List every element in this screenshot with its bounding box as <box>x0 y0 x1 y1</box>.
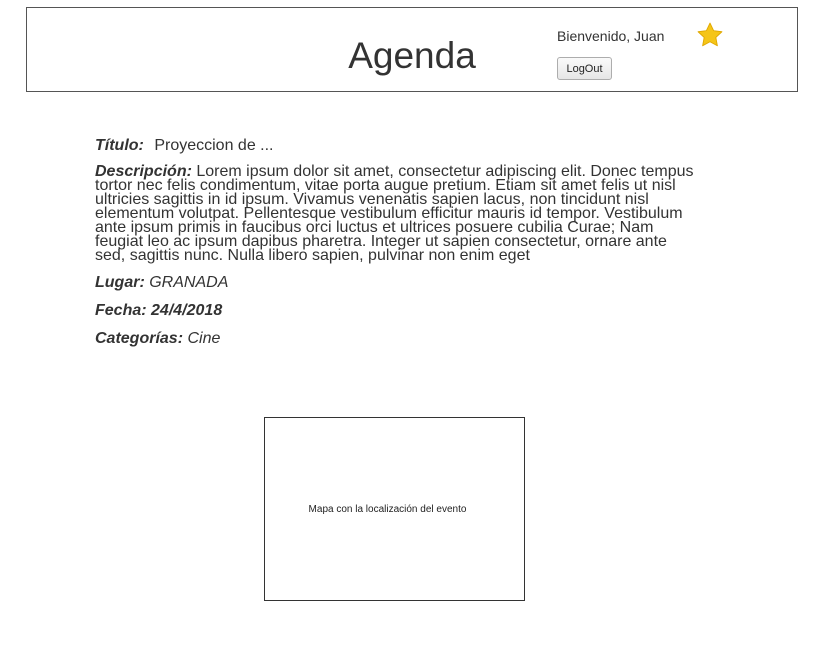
page-title: Agenda <box>348 35 476 76</box>
event-place-value: GRANADA <box>149 274 229 291</box>
event-date-label: Fecha: <box>95 302 147 319</box>
welcome-message: Bienvenido, Juan <box>557 28 665 44</box>
map-placeholder-text: Mapa con la localización del evento <box>308 504 467 515</box>
event-categories-row: Categorías: Cine <box>95 330 695 347</box>
event-details: Título: Proyeccion de ... Descripción: L… <box>95 137 695 358</box>
event-date-row: Fecha: 24/4/2018 <box>95 302 695 319</box>
event-categories-label: Categorías: <box>95 330 184 347</box>
event-description-row: Descripción: Lorem ipsum dolor sit amet,… <box>95 163 695 264</box>
event-place-row: Lugar: GRANADA <box>95 274 695 291</box>
page-header: Agenda Bienvenido, Juan LogOut <box>26 7 798 92</box>
event-title-label: Título: <box>95 137 144 154</box>
event-place-label: Lugar: <box>95 274 145 291</box>
event-title-row: Título: Proyeccion de ... <box>95 137 695 154</box>
star-icon[interactable] <box>696 21 724 49</box>
event-date-value: 24/4/2018 <box>151 302 223 319</box>
event-categories-value: Cine <box>187 330 221 347</box>
event-map[interactable]: Mapa con la localización del evento <box>264 417 525 601</box>
event-title-value: Proyeccion de ... <box>154 137 274 154</box>
event-description-value: Lorem ipsum dolor sit amet, consectetur … <box>95 163 694 264</box>
logout-button[interactable]: LogOut <box>557 57 612 80</box>
